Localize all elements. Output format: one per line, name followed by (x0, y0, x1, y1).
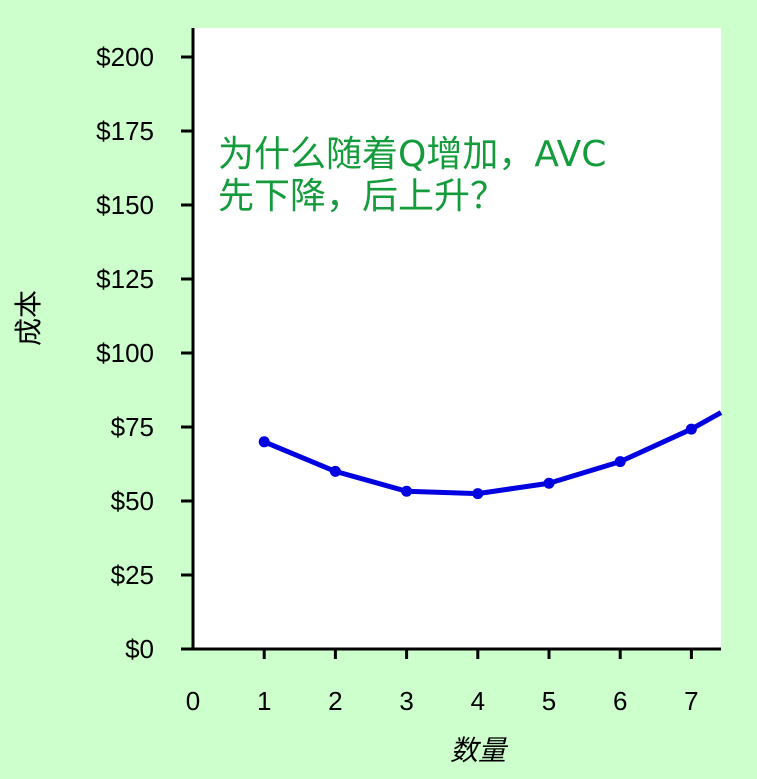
data-point (258, 436, 270, 448)
x-axis-title: 数量 (450, 734, 509, 767)
x-tick-label: 6 (613, 686, 627, 716)
data-point (614, 456, 626, 468)
plot-area (193, 28, 721, 649)
data-point (685, 423, 697, 435)
x-tick-label: 3 (399, 686, 413, 716)
y-tick-label: $100 (96, 338, 154, 368)
x-tick-label: 2 (328, 686, 342, 716)
annotation-line: 为什么随着Q增加，AVC (218, 134, 606, 175)
data-point (329, 465, 341, 477)
data-point (401, 485, 413, 497)
y-tick-label: $150 (96, 190, 154, 220)
y-tick-label: $0 (125, 634, 154, 664)
x-tick-label: 1 (257, 686, 271, 716)
y-axis-title: 成本 (12, 290, 45, 346)
chart-root: $0 $25 $50 $75 $100 $125 $150 $175 $200 0 1 2 3 4 5 6 7 … (0, 0, 757, 779)
line-chart: $0$25$50$75$100$125$150$175$2000 1 2 3 4 5 6 7 … (12, 28, 723, 767)
y-tick-label: $175 (96, 116, 154, 146)
annotation-line: 先下降，后上升？ (218, 176, 506, 217)
y-tick-label: $200 (96, 42, 154, 72)
x-tick-label: 4 (471, 686, 485, 716)
data-point (543, 477, 555, 489)
y-tick-label: $125 (96, 264, 154, 294)
x-tick-label: 5 (542, 686, 556, 716)
x-tick-label: 0 (186, 686, 200, 716)
y-tick-label: $50 (111, 486, 154, 516)
data-point (472, 488, 484, 500)
y-tick-label: $75 (111, 412, 154, 442)
x-tick-label: 7 (684, 686, 698, 716)
y-tick-label: $25 (111, 560, 154, 590)
